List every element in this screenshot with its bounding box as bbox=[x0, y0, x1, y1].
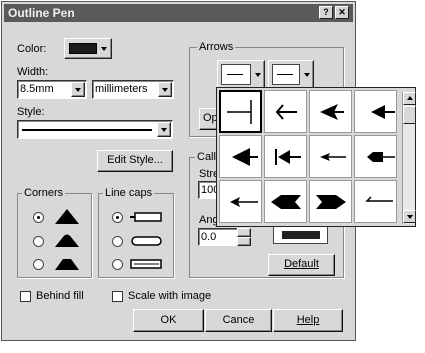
line-caps-title: Line caps bbox=[103, 187, 155, 199]
chevron-down-icon bbox=[101, 47, 107, 51]
arrow-cell-square-end[interactable] bbox=[354, 135, 397, 178]
chevron-down-icon bbox=[162, 88, 168, 92]
color-swatch bbox=[69, 43, 97, 54]
default-button-label: Default bbox=[284, 258, 319, 270]
style-select[interactable] bbox=[17, 120, 173, 139]
arrow-picker-scrollbar[interactable] bbox=[402, 92, 416, 224]
corner-bevel-icon bbox=[55, 259, 79, 270]
width-dropdown-button[interactable] bbox=[71, 82, 85, 97]
arrow-cell-filled-left-small[interactable] bbox=[354, 90, 397, 133]
title-bar: Outline Pen ? ✕ bbox=[4, 4, 353, 22]
behind-fill-checkbox[interactable] bbox=[20, 291, 31, 302]
default-button[interactable]: Default bbox=[268, 254, 335, 276]
behind-fill-label: Behind fill bbox=[36, 290, 84, 302]
corner-round-radio[interactable] bbox=[33, 236, 44, 247]
cap-butt-icon bbox=[130, 212, 162, 222]
angle-value: 0.0 bbox=[201, 231, 217, 243]
cap-square-icon bbox=[130, 259, 162, 269]
style-label: Style: bbox=[17, 106, 45, 118]
arrow-cell-feather-right[interactable] bbox=[309, 180, 352, 223]
scale-with-image-checkbox[interactable] bbox=[112, 291, 123, 302]
angle-up-button[interactable] bbox=[237, 228, 251, 237]
arrow-cell-hook-left[interactable] bbox=[354, 180, 397, 223]
chevron-down-icon bbox=[161, 128, 167, 132]
chevron-up-icon bbox=[407, 96, 413, 100]
help-button-label: Help bbox=[296, 314, 320, 326]
arrowhead-picker-popup bbox=[216, 87, 416, 227]
end-arrow-preview bbox=[272, 64, 300, 85]
line-icon bbox=[227, 74, 243, 75]
style-solid-line bbox=[22, 129, 152, 131]
chevron-down-icon bbox=[304, 73, 310, 77]
start-arrow-preview bbox=[221, 64, 251, 85]
arrow-cell-filled-left[interactable] bbox=[309, 90, 352, 133]
angle-field[interactable]: 0.0 bbox=[198, 228, 238, 246]
arrow-cell-bar-left[interactable] bbox=[264, 135, 307, 178]
nib-shape bbox=[282, 231, 320, 239]
arrow-cell-none[interactable] bbox=[219, 90, 262, 133]
units-value: millimeters bbox=[95, 83, 148, 95]
arrow-cell-triangle-left[interactable] bbox=[219, 135, 262, 178]
help-button[interactable]: Help bbox=[273, 309, 343, 332]
scale-with-image-label: Scale with image bbox=[128, 290, 212, 302]
corner-round-icon bbox=[55, 234, 79, 247]
nib-preview bbox=[273, 226, 328, 244]
units-dropdown-button[interactable] bbox=[158, 82, 172, 97]
style-dropdown-button[interactable] bbox=[157, 122, 171, 137]
cancel-button[interactable]: Cance bbox=[205, 309, 272, 332]
arrow-cell-line-left[interactable] bbox=[219, 180, 262, 223]
width-value: 8.5mm bbox=[20, 83, 54, 95]
arrows-title: Arrows bbox=[197, 41, 236, 53]
start-arrow-button[interactable] bbox=[217, 60, 265, 90]
line-icon bbox=[277, 74, 293, 75]
corner-bevel-radio[interactable] bbox=[33, 259, 44, 270]
width-label: Width: bbox=[17, 66, 49, 78]
cap-square-radio[interactable] bbox=[112, 259, 123, 270]
chevron-down-icon bbox=[75, 88, 81, 92]
color-picker-button[interactable] bbox=[64, 38, 112, 59]
width-field[interactable]: 8.5mm bbox=[17, 80, 87, 99]
scroll-down-button[interactable] bbox=[403, 210, 416, 223]
cap-round-icon bbox=[131, 236, 162, 246]
arrow-cell-thin-left[interactable] bbox=[309, 135, 352, 178]
angle-down-button[interactable] bbox=[237, 237, 251, 246]
cap-butt-radio[interactable] bbox=[112, 212, 123, 223]
chevron-down-icon bbox=[255, 73, 261, 77]
corner-miter-icon bbox=[55, 209, 79, 224]
ok-button[interactable]: OK bbox=[133, 309, 204, 332]
end-arrow-button[interactable] bbox=[268, 60, 314, 90]
corner-miter-radio[interactable] bbox=[33, 212, 44, 223]
chevron-down-icon bbox=[407, 215, 413, 219]
close-icon[interactable]: ✕ bbox=[335, 6, 349, 19]
units-select[interactable]: millimeters bbox=[92, 80, 174, 99]
edit-style-button[interactable]: Edit Style... bbox=[97, 150, 173, 172]
help-icon[interactable]: ? bbox=[319, 6, 333, 19]
scroll-thumb[interactable] bbox=[403, 106, 416, 124]
color-label: Color: bbox=[17, 43, 47, 55]
window-title: Outline Pen bbox=[8, 6, 75, 20]
arrow-cell-feather-left[interactable] bbox=[264, 180, 307, 223]
arrow-cell-open-left[interactable] bbox=[264, 90, 307, 133]
corners-title: Corners bbox=[22, 187, 66, 199]
scroll-up-button[interactable] bbox=[403, 92, 416, 105]
stretch-field[interactable]: 100 bbox=[198, 181, 219, 199]
cap-round-radio[interactable] bbox=[112, 236, 123, 247]
